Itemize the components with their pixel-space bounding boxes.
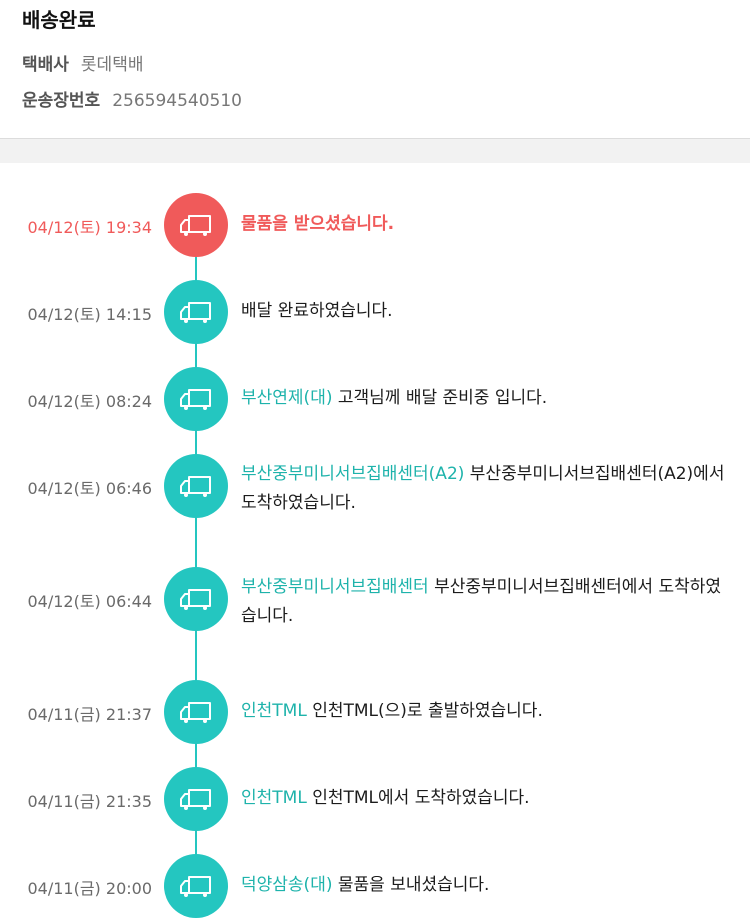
- event-text: 물품을 보내셨습니다.: [337, 875, 490, 895]
- event-status-circle: [164, 680, 228, 744]
- event-message: 부산중부미니서브집배센터 부산중부미니서브집배센터에서 도착하였습니다.: [241, 573, 736, 631]
- event-location: 인천TML: [241, 788, 307, 808]
- event-text: 고객님께 배달 준비중 입니다.: [337, 388, 548, 408]
- event-message: 물품을 받으셨습니다.: [241, 210, 736, 239]
- event-text: 인천TML(으)로 출발하였습니다.: [312, 701, 543, 721]
- delivery-header: 배송완료 택배사 롯데택배 운송장번호 256594540510: [0, 0, 750, 139]
- event-message: 부산연제(대) 고객님께 배달 준비중 입니다.: [241, 384, 736, 413]
- event-message: 배달 완료하였습니다.: [241, 297, 736, 326]
- event-message: 인천TML 인천TML(으)로 출발하였습니다.: [241, 697, 736, 726]
- truck-icon: [179, 699, 213, 725]
- event-time: 04/11(금) 21:35: [27, 792, 152, 811]
- tracking-row: 운송장번호 256594540510: [22, 86, 242, 111]
- event-status-circle: [164, 567, 228, 631]
- event-status-circle: [164, 280, 228, 344]
- event-time: 04/11(금) 20:00: [27, 879, 152, 898]
- event-time: 04/12(토) 08:24: [27, 392, 152, 411]
- event-location: 덕양삼송(대): [241, 875, 333, 895]
- event-status-circle: [164, 367, 228, 431]
- carrier-row: 택배사 롯데택배: [22, 50, 143, 75]
- section-divider: [0, 139, 750, 163]
- event-location: 부산중부미니서브집배센터: [241, 577, 429, 597]
- truck-icon: [179, 873, 213, 899]
- tracking-number-value: 256594540510: [112, 91, 242, 111]
- truck-icon: [179, 299, 213, 325]
- event-time: 04/12(토) 14:15: [27, 305, 152, 324]
- tracking-timeline: 04/12(토) 19:34 물품을 받으셨습니다. 04/12(토) 14:15 배…: [0, 163, 750, 918]
- event-text: 인천TML에서 도착하였습니다.: [312, 788, 530, 808]
- truck-icon: [179, 212, 213, 238]
- event-text: 배달 완료하였습니다.: [241, 301, 393, 321]
- truck-icon: [179, 786, 213, 812]
- event-message: 덕양삼송(대) 물품을 보내셨습니다.: [241, 871, 736, 900]
- event-time: 04/12(토) 06:46: [27, 479, 152, 498]
- event-location: 인천TML: [241, 701, 307, 721]
- event-message: 인천TML 인천TML에서 도착하였습니다.: [241, 784, 736, 813]
- carrier-value: 롯데택배: [80, 55, 144, 75]
- event-time: 04/12(토) 06:44: [27, 592, 152, 611]
- event-status-circle: [164, 854, 228, 918]
- delivery-status-title: 배송완료: [22, 8, 96, 32]
- event-text: 물품을 받으셨습니다.: [241, 214, 395, 234]
- event-message: 부산중부미니서브집배센터(A2) 부산중부미니서브집배센터(A2)에서 도착하였…: [241, 460, 736, 518]
- event-time: 04/11(금) 21:37: [27, 705, 152, 724]
- event-status-circle: [164, 767, 228, 831]
- tracking-number-label: 운송장번호: [22, 91, 101, 111]
- event-status-circle: [164, 193, 228, 257]
- event-status-circle: [164, 454, 228, 518]
- event-location: 부산연제(대): [241, 388, 333, 408]
- carrier-label: 택배사: [22, 55, 69, 75]
- event-location: 부산중부미니서브집배센터(A2): [241, 464, 465, 484]
- truck-icon: [179, 586, 213, 612]
- event-time: 04/12(토) 19:34: [27, 218, 152, 237]
- truck-icon: [179, 386, 213, 412]
- truck-icon: [179, 473, 213, 499]
